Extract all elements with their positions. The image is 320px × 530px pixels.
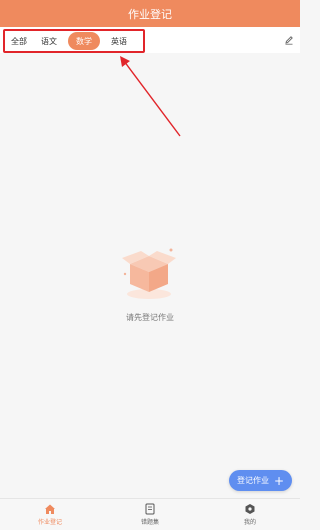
nav-homework-label: 作业登记: [37, 519, 62, 526]
nav-mistakes-label: 错题集: [140, 519, 159, 526]
nav-profile-label: 我的: [243, 519, 256, 526]
subject-tabs: 全部 语文 数学 英语: [3, 29, 145, 53]
nav-homework[interactable]: 作业登记: [0, 499, 100, 530]
subject-tab-bar: 全部 语文 数学 英语: [0, 27, 300, 53]
bottom-navigation: 作业登记 错题集 我的: [0, 498, 300, 530]
nav-profile[interactable]: 我的: [200, 499, 300, 530]
empty-box-illustration: [122, 248, 176, 299]
header: 作业登记: [0, 0, 300, 27]
empty-state-text: 请先登记作业: [126, 313, 174, 322]
hexagon-icon: [245, 504, 255, 514]
add-homework-label: 登记作业: [236, 476, 269, 485]
tab-math[interactable]: 数学: [68, 32, 100, 50]
tab-chinese[interactable]: 语文: [34, 32, 64, 50]
tab-english[interactable]: 英语: [104, 32, 134, 50]
pencil-icon: [285, 36, 293, 45]
home-icon: [45, 504, 55, 514]
annotation-arrow: [120, 56, 181, 137]
tab-all[interactable]: 全部: [8, 32, 30, 50]
notebook-icon: [145, 503, 155, 515]
edit-button[interactable]: [282, 33, 296, 47]
add-homework-button[interactable]: 登记作业 +: [229, 470, 292, 491]
plus-icon: +: [273, 473, 285, 488]
page-title: 作业登记: [128, 7, 172, 21]
nav-mistakes[interactable]: 错题集: [100, 499, 200, 530]
